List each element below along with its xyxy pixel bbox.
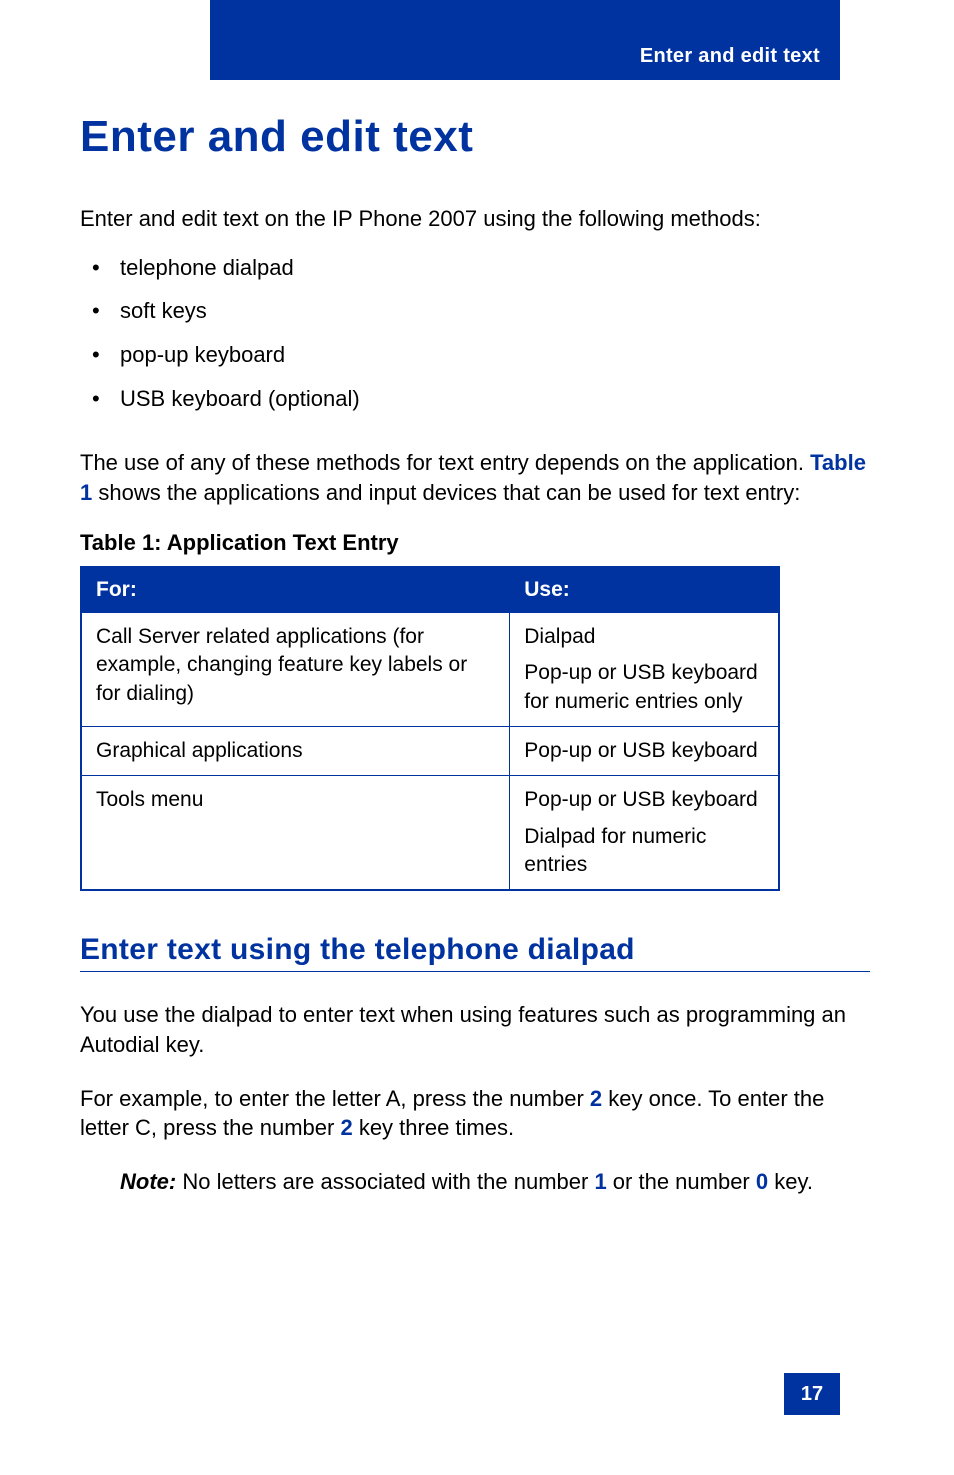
table-intro-paragraph: The use of any of these methods for text…	[80, 448, 870, 507]
page-number-value: 17	[801, 1383, 823, 1406]
body-paragraph: For example, to enter the letter A, pres…	[80, 1084, 870, 1143]
table-cell-use: Pop-up or USB keyboard Dialpad for numer…	[510, 776, 779, 891]
text-fragment: For example, to enter the letter A, pres…	[80, 1086, 590, 1111]
key-number: 0	[756, 1169, 768, 1194]
list-item: USB keyboard (optional)	[80, 377, 870, 421]
page-title: Enter and edit text	[80, 112, 870, 162]
text-fragment: shows the applications and input devices…	[92, 480, 800, 505]
section-heading: Enter text using the telephone dialpad	[80, 933, 870, 972]
key-number: 1	[594, 1169, 606, 1194]
table-cell-for: Graphical applications	[81, 726, 510, 775]
key-number: 2	[340, 1115, 352, 1140]
table-cell-for: Call Server related applications (for ex…	[81, 612, 510, 726]
page-number: 17	[784, 1373, 840, 1415]
application-text-entry-table: For: Use: Call Server related applicatio…	[80, 566, 780, 891]
running-header: Enter and edit text	[210, 0, 840, 80]
table-cell-line: Pop-up or USB keyboard	[524, 737, 764, 765]
table-cell-line: Dialpad	[524, 623, 764, 651]
text-fragment: key three times.	[353, 1115, 514, 1140]
table-cell-use: Pop-up or USB keyboard	[510, 726, 779, 775]
table-row: Call Server related applications (for ex…	[81, 612, 779, 726]
text-fragment: No letters are associated with the numbe…	[176, 1169, 594, 1194]
table-row: Graphical applications Pop-up or USB key…	[81, 726, 779, 775]
table-header-use: Use:	[510, 567, 779, 613]
table-cell-line: Dialpad for numeric entries	[524, 823, 764, 880]
note-block: Note: No letters are associated with the…	[120, 1167, 870, 1197]
note-label: Note:	[120, 1169, 176, 1194]
running-header-title: Enter and edit text	[640, 45, 820, 68]
text-fragment: key.	[768, 1169, 813, 1194]
body-paragraph: You use the dialpad to enter text when u…	[80, 1000, 870, 1059]
table-row: Tools menu Pop-up or USB keyboard Dialpa…	[81, 776, 779, 891]
key-number: 2	[590, 1086, 602, 1111]
text-fragment: or the number	[607, 1169, 756, 1194]
list-item: soft keys	[80, 289, 870, 333]
table-cell-line: Pop-up or USB keyboard for numeric entri…	[524, 659, 764, 716]
table-cell-use: Dialpad Pop-up or USB keyboard for numer…	[510, 612, 779, 726]
intro-paragraph: Enter and edit text on the IP Phone 2007…	[80, 204, 870, 234]
table-header-row: For: Use:	[81, 567, 779, 613]
table-header-for: For:	[81, 567, 510, 613]
page-content: Enter and edit text Enter and edit text …	[80, 100, 870, 1197]
list-item: telephone dialpad	[80, 246, 870, 290]
text-fragment: The use of any of these methods for text…	[80, 450, 810, 475]
table-cell-line: Pop-up or USB keyboard	[524, 786, 764, 814]
table-caption: Table 1: Application Text Entry	[80, 530, 870, 556]
table-cell-for: Tools menu	[81, 776, 510, 891]
list-item: pop-up keyboard	[80, 333, 870, 377]
methods-list: telephone dialpad soft keys pop-up keybo…	[80, 246, 870, 421]
